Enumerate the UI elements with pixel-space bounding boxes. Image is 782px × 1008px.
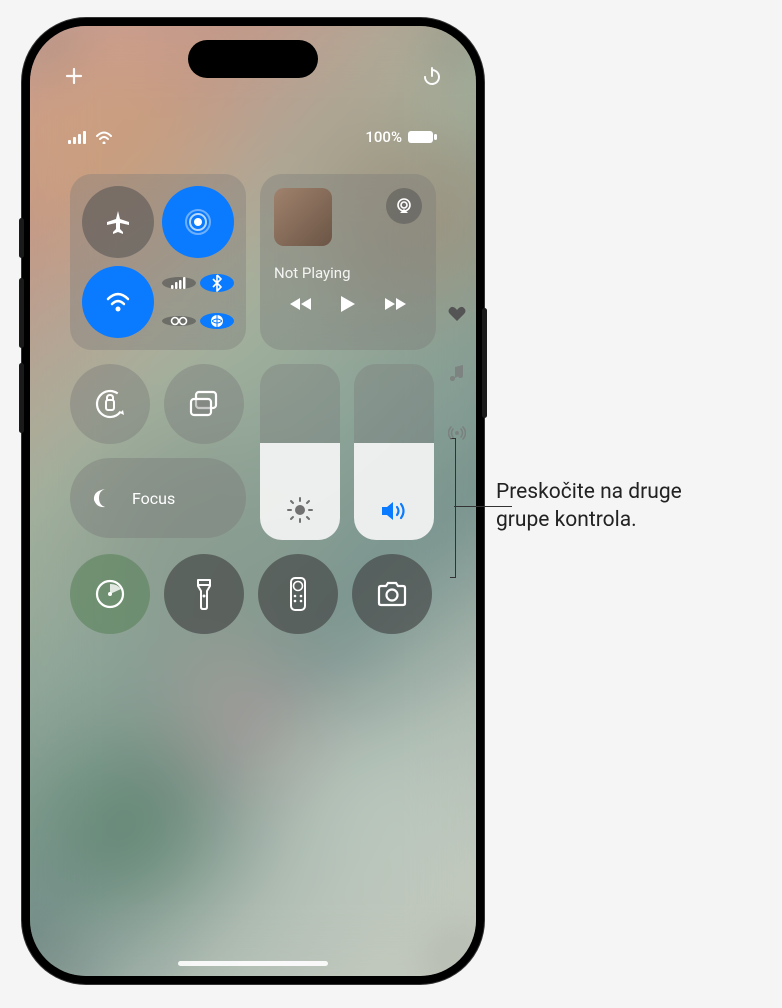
battery-percent-label: 100% — [365, 128, 402, 146]
flashlight-button[interactable] — [164, 554, 244, 634]
play-button[interactable] — [339, 294, 357, 314]
callout-text: Preskočite na druge grupe kontrola. — [496, 478, 682, 535]
camera-button[interactable] — [352, 554, 432, 634]
sun-icon — [286, 496, 314, 524]
focus-button[interactable]: Focus — [70, 458, 246, 538]
phone-volume-down — [19, 363, 24, 433]
personal-hotspot-button[interactable] — [162, 316, 196, 326]
bluetooth-button[interactable] — [200, 274, 234, 292]
wifi-button[interactable] — [82, 266, 154, 338]
phone-screen: 100% — [30, 26, 476, 976]
satellite-button[interactable] — [200, 313, 234, 329]
cellular-signal-icon — [68, 130, 88, 144]
phone-silent-switch — [19, 218, 24, 258]
apple-tv-remote-button[interactable] — [258, 554, 338, 634]
phone-frame: 100% — [22, 18, 484, 984]
rewind-button[interactable] — [289, 296, 313, 312]
wifi-signal-icon — [94, 130, 114, 144]
forward-button[interactable] — [383, 296, 407, 312]
callout-bracket — [450, 438, 456, 578]
phone-power-button — [482, 308, 487, 418]
airplay-button[interactable] — [386, 188, 422, 224]
page-connectivity-icon[interactable] — [448, 424, 466, 442]
now-playing-label: Not Playing — [274, 264, 422, 282]
home-indicator[interactable] — [178, 961, 328, 966]
battery-icon — [408, 130, 438, 144]
page-favorites-icon[interactable] — [448, 306, 466, 322]
status-bar: 100% — [30, 128, 476, 146]
album-art — [274, 188, 332, 246]
screen-mirroring-button[interactable] — [164, 364, 244, 444]
connectivity-more-group[interactable] — [162, 266, 234, 338]
brightness-slider[interactable] — [260, 364, 340, 540]
timer-button[interactable] — [70, 554, 150, 634]
airplane-mode-button[interactable] — [82, 186, 154, 258]
page-music-icon[interactable] — [450, 364, 464, 382]
add-control-button[interactable] — [60, 62, 88, 90]
cellular-data-button[interactable] — [162, 277, 196, 289]
volume-slider[interactable] — [354, 364, 434, 540]
connectivity-group[interactable] — [70, 174, 246, 350]
power-button[interactable] — [418, 62, 446, 90]
control-group-pager[interactable] — [448, 306, 466, 442]
speaker-icon — [379, 498, 409, 524]
airdrop-button[interactable] — [162, 186, 234, 258]
moon-icon — [88, 483, 118, 513]
now-playing-tile[interactable]: Not Playing — [260, 174, 436, 350]
orientation-lock-button[interactable] — [70, 364, 150, 444]
dynamic-island — [188, 40, 318, 78]
phone-volume-up — [19, 278, 24, 348]
focus-label: Focus — [132, 489, 175, 508]
